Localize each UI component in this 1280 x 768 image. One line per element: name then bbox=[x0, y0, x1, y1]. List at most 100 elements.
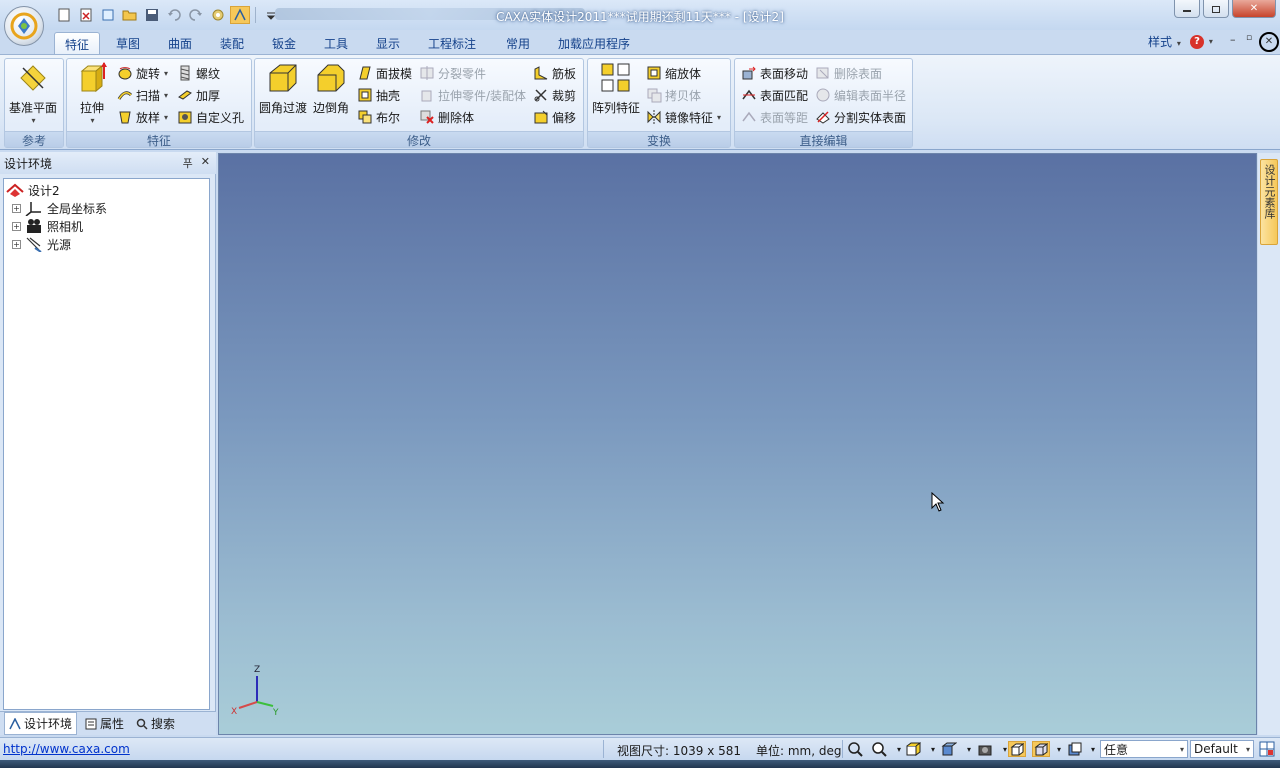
mdi-close-icon[interactable]: ✕ bbox=[1259, 32, 1279, 52]
mdi-restore-icon[interactable]: ▫ bbox=[1246, 33, 1252, 43]
draft-button[interactable]: 面拔模 bbox=[357, 63, 412, 83]
tab-surface[interactable]: 曲面 bbox=[158, 32, 202, 54]
boolean-button[interactable]: 布尔 bbox=[357, 107, 400, 127]
chamfer-button[interactable]: 边倒角 bbox=[313, 61, 349, 116]
zoom-icon[interactable] bbox=[870, 741, 888, 757]
shell-icon bbox=[357, 87, 373, 103]
custom-hole-button[interactable]: 自定义孔 bbox=[177, 107, 244, 127]
tab-properties[interactable]: 属性 bbox=[81, 713, 128, 734]
panel-header: 设计环境 푸 ✕ bbox=[0, 152, 216, 174]
rib-button[interactable]: 筋板 bbox=[533, 63, 576, 83]
split-face-button[interactable]: 分割实体表面 bbox=[815, 107, 906, 127]
tab-tools[interactable]: 工具 bbox=[314, 32, 358, 54]
style-select[interactable]: Default ▾ bbox=[1190, 740, 1254, 758]
move-face-icon bbox=[741, 65, 757, 81]
chevron-down-icon: ▾ bbox=[1245, 744, 1250, 754]
help-button[interactable]: ? ▾ bbox=[1190, 33, 1213, 49]
scale-body-button[interactable]: 缩放体 bbox=[646, 63, 701, 83]
delete-body-button[interactable]: 删除体 bbox=[419, 107, 474, 127]
group-label-reference: 参考 bbox=[5, 131, 63, 148]
revolve-button[interactable]: 旋转 ▾ bbox=[117, 63, 168, 83]
move-face-button[interactable]: 表面移动 bbox=[741, 63, 808, 83]
tab-sheet-metal[interactable]: 钣金 bbox=[262, 32, 306, 54]
filter-select[interactable]: 任意 ▾ bbox=[1100, 740, 1188, 758]
expand-icon[interactable]: + bbox=[12, 221, 21, 231]
minimize-icon[interactable] bbox=[1174, 0, 1200, 18]
copy-body-button[interactable]: 拷贝体 bbox=[646, 85, 701, 105]
mouse-cursor-icon bbox=[931, 492, 945, 512]
boolean-label: 布尔 bbox=[376, 110, 401, 125]
datum-plane-button[interactable]: 基准平面 ▾ bbox=[9, 61, 57, 125]
camera-tool-icon[interactable] bbox=[976, 741, 994, 757]
tree-item-light[interactable]: + 光源 bbox=[12, 235, 71, 253]
shaded-view-icon[interactable] bbox=[1008, 741, 1026, 757]
thicken-button[interactable]: 加厚 bbox=[177, 85, 220, 105]
style-menu[interactable]: 样式 ▾ bbox=[1148, 33, 1181, 50]
zoom-fit-icon[interactable] bbox=[846, 741, 864, 757]
draft-label: 面拔模 bbox=[376, 66, 413, 81]
design-element-library-tab[interactable]: 设计元素库 bbox=[1260, 159, 1278, 245]
mirror-feature-button[interactable]: 镜像特征 ▾ bbox=[646, 107, 721, 127]
custom-hole-label: 自定义孔 bbox=[196, 110, 245, 125]
offset-button[interactable]: 偏移 bbox=[533, 107, 576, 127]
wireframe-view-icon[interactable] bbox=[1032, 741, 1050, 757]
shell-label: 抽壳 bbox=[376, 88, 401, 103]
tab-common[interactable]: 常用 bbox=[496, 32, 540, 54]
application-menu-button[interactable] bbox=[4, 6, 44, 46]
extrude-button[interactable]: 拉伸 ▾ bbox=[75, 61, 109, 125]
tab-engineering-annotation[interactable]: 工程标注 bbox=[418, 32, 486, 54]
sweep-button[interactable]: 扫描 ▾ bbox=[117, 85, 168, 105]
split-part-button[interactable]: 分裂零件 bbox=[419, 63, 486, 83]
edit-radius-icon bbox=[815, 87, 831, 103]
axis-triad-icon: Z X Y bbox=[231, 665, 279, 718]
restore-icon[interactable] bbox=[1203, 0, 1229, 18]
pin-icon[interactable]: 푸 bbox=[183, 155, 193, 171]
shell-button[interactable]: 抽壳 bbox=[357, 85, 400, 105]
trim-button[interactable]: 裁剪 bbox=[533, 85, 576, 105]
tab-search[interactable]: 搜索 bbox=[132, 713, 179, 734]
delete-face-button[interactable]: 删除表面 bbox=[815, 63, 882, 83]
display-options-icon[interactable] bbox=[1066, 741, 1084, 757]
split-part-icon bbox=[419, 65, 435, 81]
close-icon[interactable]: ✕ bbox=[201, 155, 210, 171]
delete-body-icon bbox=[419, 109, 435, 125]
layout-icon[interactable] bbox=[1258, 741, 1276, 757]
render-mode-icon[interactable] bbox=[940, 741, 958, 757]
chevron-down-icon: ▾ bbox=[717, 112, 722, 122]
tab-assembly[interactable]: 装配 bbox=[210, 32, 254, 54]
thread-label: 螺纹 bbox=[196, 66, 221, 81]
view-orientation-icon[interactable] bbox=[904, 741, 922, 757]
delete-body-label: 删除体 bbox=[438, 110, 475, 125]
design-environment-panel: 设计环境 푸 ✕ 设计2 + 全局坐标系 + 照相机 + 光源 设计环境 属性 … bbox=[0, 152, 216, 735]
expand-icon[interactable]: + bbox=[12, 203, 21, 213]
close-window-button[interactable]: ✕ bbox=[1232, 0, 1276, 18]
mdi-minimize-icon[interactable]: – bbox=[1230, 33, 1236, 46]
group-modify: 圆角过渡 边倒角 面拔模 抽壳 布尔 分裂零件 拉伸零件/装配体 删除体 筋板 … bbox=[254, 58, 584, 148]
tab-sketch[interactable]: 草图 bbox=[106, 32, 150, 54]
offset-face-button[interactable]: 表面等距 bbox=[741, 107, 808, 127]
tree-item-design-root[interactable]: 设计2 bbox=[6, 181, 60, 199]
chevron-down-icon: ▾ bbox=[1179, 744, 1184, 754]
match-face-icon bbox=[741, 87, 757, 103]
expand-icon[interactable]: + bbox=[12, 239, 21, 249]
axis-x-label: X bbox=[231, 707, 237, 717]
fillet-button[interactable]: 圆角过渡 bbox=[259, 61, 307, 116]
tree-item-global-coordinates[interactable]: + 全局坐标系 bbox=[12, 199, 107, 217]
extrude-part-button[interactable]: 拉伸零件/装配体 bbox=[419, 85, 526, 105]
axis-y-label: Y bbox=[272, 708, 279, 718]
tab-display[interactable]: 显示 bbox=[366, 32, 410, 54]
tree-item-camera[interactable]: + 照相机 bbox=[12, 217, 83, 235]
ribbon-tab-bar: 特征 草图 曲面 装配 钣金 工具 显示 工程标注 常用 加载应用程序 样式 ▾… bbox=[0, 30, 1280, 54]
tab-load-applications[interactable]: 加载应用程序 bbox=[548, 32, 640, 54]
website-link[interactable]: http://www.caxa.com bbox=[3, 742, 130, 756]
pattern-icon bbox=[599, 61, 633, 95]
match-face-button[interactable]: 表面匹配 bbox=[741, 85, 808, 105]
tab-feature[interactable]: 特征 bbox=[54, 32, 101, 54]
edit-face-radius-button[interactable]: 编辑表面半径 bbox=[815, 85, 906, 105]
thread-button[interactable]: 螺纹 bbox=[177, 63, 220, 83]
tab-design-environment[interactable]: 设计环境 bbox=[4, 712, 78, 735]
pattern-feature-button[interactable]: 阵列特征 bbox=[592, 61, 640, 116]
split-face-label: 分割实体表面 bbox=[834, 110, 907, 125]
design-viewport[interactable]: Z X Y bbox=[218, 153, 1257, 735]
loft-button[interactable]: 放样 ▾ bbox=[117, 107, 168, 127]
